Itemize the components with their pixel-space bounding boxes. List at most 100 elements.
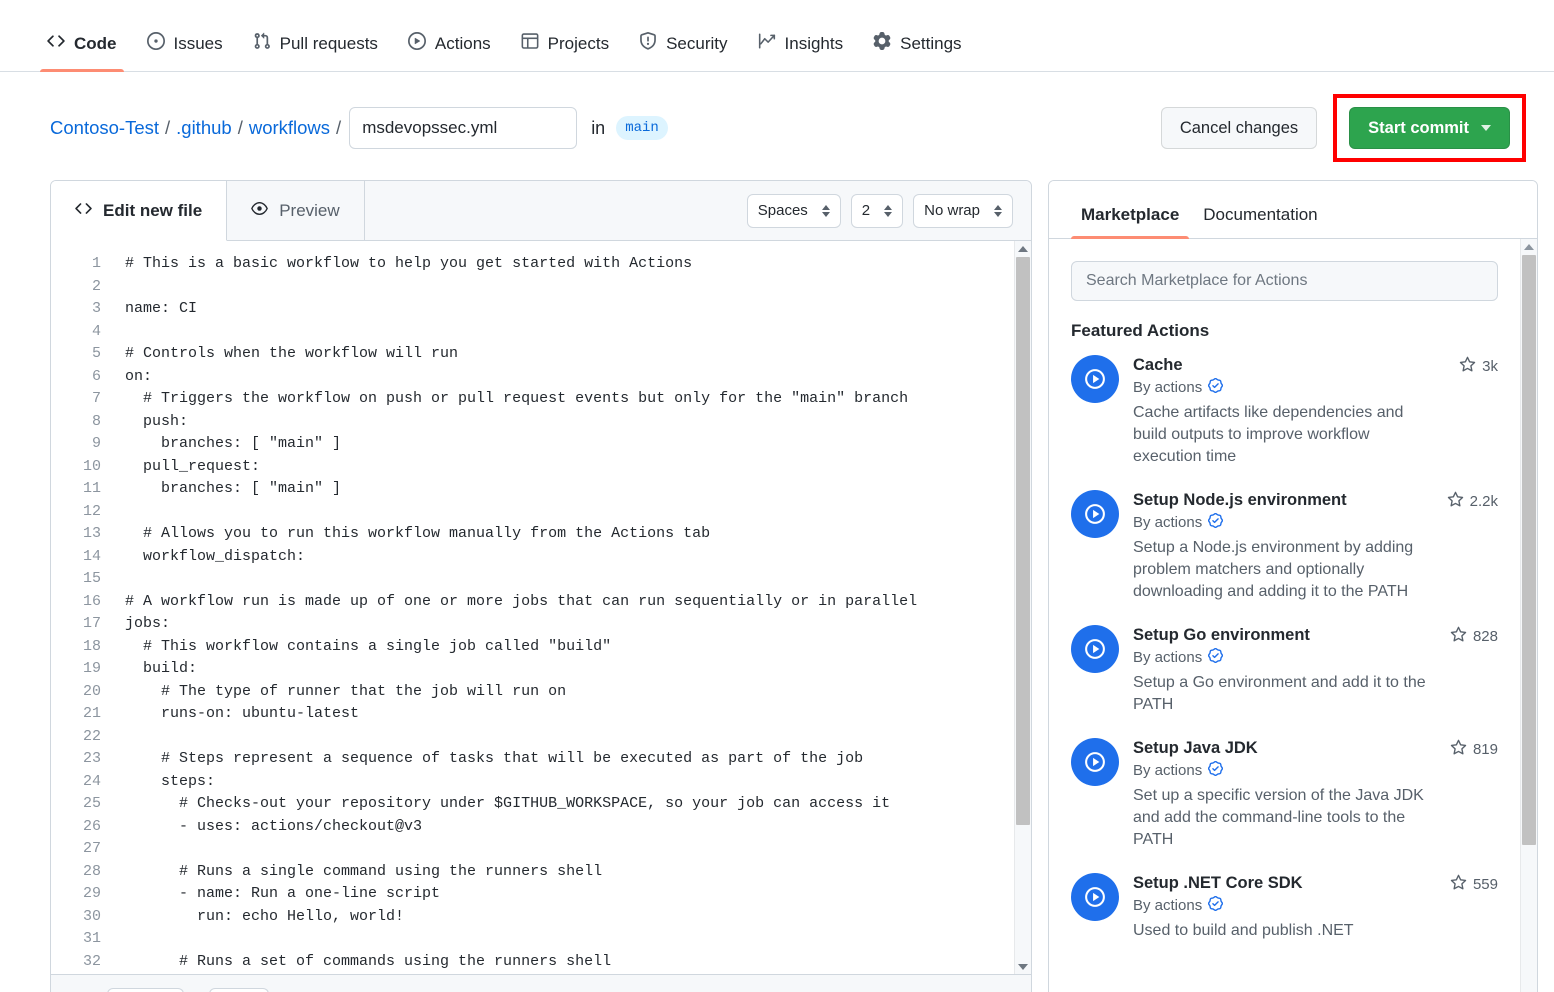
breadcrumb-separator: /	[238, 117, 243, 139]
code-line: # Checks-out your repository under $GITH…	[125, 793, 1014, 816]
code-icon	[47, 32, 65, 55]
star-count-label: 2.2k	[1470, 493, 1498, 510]
marketplace-scroll-region: Featured Actions Cache3kBy actionsCache …	[1049, 239, 1520, 992]
gear-icon	[873, 32, 891, 55]
line-number: 10	[51, 456, 101, 479]
action-card[interactable]: Cache3kBy actionsCache artifacts like de…	[1071, 355, 1498, 468]
indent-size-select[interactable]: 2	[851, 194, 903, 228]
action-name[interactable]: Cache	[1133, 355, 1183, 376]
breadcrumb-github-dir[interactable]: .github	[176, 117, 232, 139]
code-line: # A workflow run is made up of one or mo…	[125, 591, 1014, 614]
action-card[interactable]: Setup Java JDK 819 By actions Set up a spec…	[1071, 738, 1498, 851]
code-text[interactable]: # This is a basic workflow to help you g…	[113, 253, 1014, 974]
line-wrap-select[interactable]: No wrap	[913, 194, 1013, 228]
chevron-down-icon	[1481, 125, 1491, 131]
tab-marketplace[interactable]: Marketplace	[1071, 205, 1189, 238]
code-line: on:	[125, 366, 1014, 389]
line-number: 27	[51, 838, 101, 861]
nav-item-insights[interactable]: Insights	[743, 32, 859, 71]
marketplace-search-input[interactable]	[1071, 261, 1498, 301]
action-card[interactable]: Setup Go environment828By actionsSetup a…	[1071, 625, 1498, 716]
nav-item-issues[interactable]: Issues	[132, 32, 238, 71]
scroll-up-arrow-icon[interactable]	[1521, 239, 1537, 254]
action-top-row: Setup Java JDK 819	[1133, 738, 1498, 760]
code-editor-area[interactable]: 1234567891011121314151617181920212223242…	[51, 241, 1031, 974]
action-name[interactable]: Setup Java JDK	[1133, 738, 1258, 759]
action-play-icon	[1071, 738, 1119, 786]
nav-item-actions[interactable]: Actions	[393, 32, 506, 71]
code-line: # The type of runner that the job will r…	[125, 681, 1014, 704]
nav-item-label: Projects	[548, 34, 609, 54]
action-author: By actions	[1133, 761, 1498, 780]
code-line: name: CI	[125, 298, 1014, 321]
code-line	[125, 838, 1014, 861]
action-name[interactable]: Setup Node.js environment	[1133, 490, 1347, 511]
nav-item-projects[interactable]: Projects	[506, 32, 624, 71]
code-line	[125, 568, 1014, 591]
nav-item-label: Actions	[435, 34, 491, 54]
action-author-label: By actions	[1133, 514, 1202, 531]
action-body: Setup Node.js environment2.2kBy actionsS…	[1133, 490, 1498, 603]
line-number: 21	[51, 703, 101, 726]
filename-input[interactable]	[349, 107, 577, 149]
scroll-up-arrow-icon[interactable]	[1015, 241, 1031, 256]
action-name[interactable]: Setup Go environment	[1133, 625, 1310, 646]
star-icon	[1450, 739, 1467, 760]
nav-item-pull-requests[interactable]: Pull requests	[238, 32, 393, 71]
nav-item-security[interactable]: Security	[624, 32, 742, 71]
play-icon	[408, 32, 426, 55]
tab-documentation[interactable]: Documentation	[1193, 205, 1327, 238]
breadcrumb-workflows-dir[interactable]: workflows	[249, 117, 330, 139]
action-name[interactable]: Setup .NET Core SDK	[1133, 873, 1303, 894]
breadcrumb-repo[interactable]: Contoso-Test	[50, 117, 159, 139]
table-icon	[521, 32, 539, 55]
code-line: run: echo Hello, world!	[125, 906, 1014, 929]
action-card[interactable]: Setup .NET Core SDK559By actionsUsed to …	[1071, 873, 1498, 942]
chevron-updown-icon	[884, 205, 892, 217]
line-number: 28	[51, 861, 101, 884]
verified-badge-icon	[1208, 761, 1223, 780]
action-star-count: 819	[1450, 738, 1498, 760]
line-number: 15	[51, 568, 101, 591]
scrollbar-thumb[interactable]	[1016, 257, 1030, 825]
kbd-control: Control	[107, 988, 184, 992]
tab-label: Marketplace	[1081, 205, 1179, 224]
star-count-label: 819	[1473, 741, 1498, 758]
main-split: Edit new file Preview Spaces 2 No wra	[0, 180, 1554, 992]
action-author-label: By actions	[1133, 379, 1202, 396]
line-number: 14	[51, 546, 101, 569]
tab-label: Preview	[279, 201, 339, 221]
action-body: Setup .NET Core SDK559By actionsUsed to …	[1133, 873, 1498, 942]
start-commit-button[interactable]: Start commit	[1349, 107, 1510, 149]
line-number-gutter: 1234567891011121314151617181920212223242…	[51, 253, 113, 974]
line-number: 13	[51, 523, 101, 546]
code-line: # Runs a single command using the runner…	[125, 861, 1014, 884]
tab-edit-new-file[interactable]: Edit new file	[51, 181, 227, 241]
nav-item-settings[interactable]: Settings	[858, 32, 976, 71]
code-line	[125, 501, 1014, 524]
scroll-down-arrow-icon[interactable]	[1015, 959, 1031, 974]
action-play-icon	[1071, 490, 1119, 538]
star-icon	[1459, 356, 1476, 377]
kbd-space: Space	[209, 988, 269, 992]
in-label: in	[591, 118, 605, 139]
action-description: Set up a specific version of the Java JD…	[1133, 785, 1433, 851]
action-author-label: By actions	[1133, 897, 1202, 914]
line-number: 17	[51, 613, 101, 636]
line-number: 5	[51, 343, 101, 366]
editor-vertical-scrollbar[interactable]	[1014, 241, 1031, 974]
indent-mode-select[interactable]: Spaces	[747, 194, 841, 228]
issue-opened-icon	[147, 32, 165, 55]
marketplace-vertical-scrollbar[interactable]	[1520, 239, 1537, 992]
action-star-count: 3k	[1459, 355, 1498, 377]
action-author: By actions	[1133, 378, 1498, 397]
cancel-changes-button[interactable]: Cancel changes	[1161, 107, 1317, 149]
action-card[interactable]: Setup Node.js environment2.2kBy actionsS…	[1071, 490, 1498, 603]
tab-preview[interactable]: Preview	[227, 181, 364, 240]
star-icon	[1450, 626, 1467, 647]
scrollbar-thumb[interactable]	[1522, 255, 1536, 845]
action-body: Cache3kBy actionsCache artifacts like de…	[1133, 355, 1498, 468]
code-line	[125, 726, 1014, 749]
code-line: steps:	[125, 771, 1014, 794]
nav-item-code[interactable]: Code	[32, 32, 132, 71]
